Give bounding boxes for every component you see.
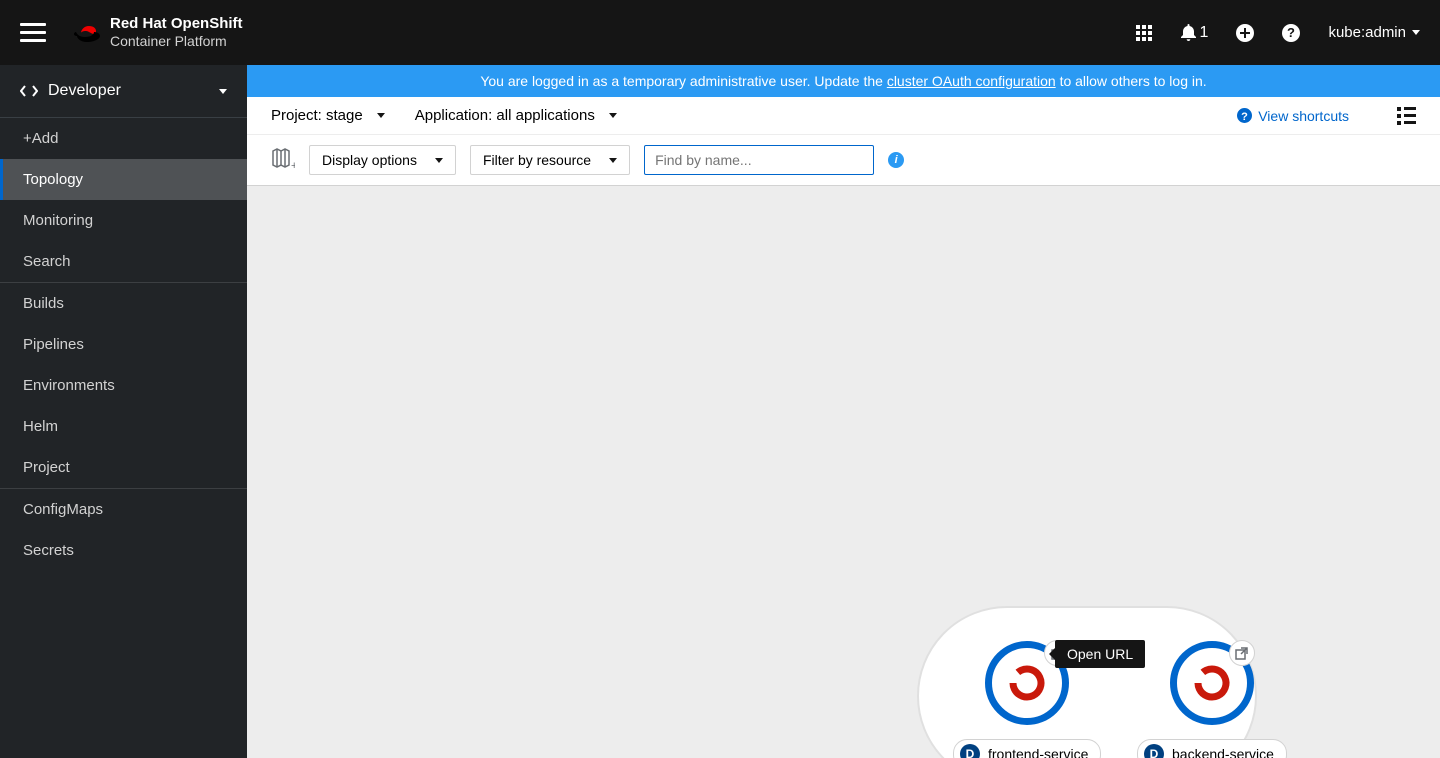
list-view-toggle[interactable] [1397, 107, 1416, 125]
sidebar-item-label: Pipelines [23, 336, 84, 353]
sidebar-item-label: Topology [23, 171, 83, 188]
tooltip-open-url: Open URL [1055, 640, 1145, 668]
application-dropdown[interactable]: Application: all applications [415, 107, 617, 124]
chevron-down-icon [219, 89, 227, 94]
topology-toolbar: + Display options Filter by resource i [247, 135, 1440, 186]
banner-text-pre: You are logged in as a temporary adminis… [480, 73, 887, 89]
sidebar-item-environments[interactable]: Environments [0, 365, 247, 406]
node-backend-service[interactable]: D backend-service [1137, 641, 1287, 758]
openshift-icon [1191, 662, 1233, 704]
chevron-down-icon [1412, 30, 1420, 35]
open-url-decorator[interactable] [1229, 640, 1255, 666]
kind-badge-deployment: D [1144, 744, 1164, 758]
bell-icon [1181, 24, 1196, 41]
sidebar-item-search[interactable]: Search [0, 241, 247, 282]
sidebar-item-helm[interactable]: Helm [0, 406, 247, 447]
code-icon [20, 84, 38, 98]
sidebar-item-pipelines[interactable]: Pipelines [0, 324, 247, 365]
sidebar-item-label: Project [23, 459, 70, 476]
perspective-label: Developer [48, 82, 121, 100]
external-link-icon [1235, 647, 1248, 660]
sidebar-item-label: Environments [23, 377, 115, 394]
view-shortcuts-link[interactable]: ? View shortcuts [1237, 108, 1349, 124]
display-options-dropdown[interactable]: Display options [309, 145, 456, 175]
sidebar-item-add[interactable]: +Add [0, 118, 247, 159]
question-circle-icon: ? [1282, 24, 1300, 42]
topology-canvas[interactable]: D frontend-service Open URL D backen [247, 186, 1440, 758]
find-by-name-input[interactable] [644, 145, 874, 175]
redhat-fedora-icon [74, 22, 100, 42]
notif-count: 1 [1200, 24, 1209, 42]
svg-text:?: ? [1241, 111, 1248, 123]
chevron-down-icon [609, 158, 617, 163]
sidebar-item-secrets[interactable]: Secrets [0, 530, 247, 571]
application-label: Application: all applications [415, 107, 595, 124]
kind-badge-deployment: D [960, 744, 980, 758]
sidebar-item-label: +Add [23, 130, 58, 147]
add-button[interactable] [1236, 24, 1254, 42]
brand-logo[interactable]: Red Hat OpenShift Container Platform [74, 15, 243, 49]
project-label: Project: stage [271, 107, 363, 124]
node-label[interactable]: D backend-service [1137, 739, 1287, 758]
user-label: kube:admin [1328, 24, 1406, 41]
chevron-down-icon [377, 113, 385, 118]
banner-text-post: to allow others to log in. [1056, 73, 1207, 89]
layout-icon[interactable]: + [271, 148, 295, 172]
filter-resource-label: Filter by resource [483, 152, 591, 168]
openshift-icon [1006, 662, 1048, 704]
sidebar-item-label: Monitoring [23, 212, 93, 229]
brand-line2: Container Platform [110, 33, 243, 50]
help-button[interactable]: ? [1282, 24, 1300, 42]
notifications-button[interactable]: 1 [1181, 24, 1209, 42]
chevron-down-icon [435, 158, 443, 163]
node-name: frontend-service [988, 746, 1088, 758]
brand-line1a: Red Hat [110, 15, 167, 32]
sidebar-item-label: Helm [23, 418, 58, 435]
context-bar: Project: stage Application: all applicat… [247, 97, 1440, 135]
tooltip-text: Open URL [1067, 646, 1133, 662]
sidebar: Developer +Add Topology Monitoring Searc… [0, 65, 247, 758]
sidebar-item-monitoring[interactable]: Monitoring [0, 200, 247, 241]
sidebar-item-topology[interactable]: Topology [0, 159, 247, 200]
oauth-warning-banner: You are logged in as a temporary adminis… [247, 65, 1440, 97]
sidebar-item-label: ConfigMaps [23, 501, 103, 518]
user-menu-button[interactable]: kube:admin [1328, 24, 1420, 41]
display-options-label: Display options [322, 152, 417, 168]
filter-resource-dropdown[interactable]: Filter by resource [470, 145, 630, 175]
app-launcher-icon[interactable] [1135, 24, 1153, 42]
sidebar-item-label: Secrets [23, 542, 74, 559]
sidebar-item-label: Search [23, 253, 71, 270]
info-circle-icon: ? [1237, 108, 1252, 123]
node-name: backend-service [1172, 746, 1274, 758]
sidebar-item-builds[interactable]: Builds [0, 283, 247, 324]
brand-line1b: OpenShift [171, 15, 243, 32]
sidebar-item-project[interactable]: Project [0, 447, 247, 488]
masthead: Red Hat OpenShift Container Platform 1 ?… [0, 0, 1440, 65]
hamburger-menu-button[interactable] [20, 23, 46, 42]
svg-text:?: ? [1287, 25, 1295, 40]
chevron-down-icon [609, 113, 617, 118]
sidebar-item-configmaps[interactable]: ConfigMaps [0, 489, 247, 530]
view-shortcuts-label: View shortcuts [1258, 108, 1349, 124]
perspective-switcher[interactable]: Developer [0, 65, 247, 118]
plus-circle-icon [1236, 24, 1254, 42]
svg-text:+: + [291, 160, 295, 170]
node-label[interactable]: D frontend-service [953, 739, 1101, 758]
content: You are logged in as a temporary adminis… [247, 65, 1440, 758]
sidebar-item-label: Builds [23, 295, 64, 312]
node-ring[interactable] [1170, 641, 1254, 725]
project-dropdown[interactable]: Project: stage [271, 107, 385, 124]
banner-oauth-link[interactable]: cluster OAuth configuration [887, 73, 1056, 89]
find-info-icon[interactable]: i [888, 152, 904, 168]
